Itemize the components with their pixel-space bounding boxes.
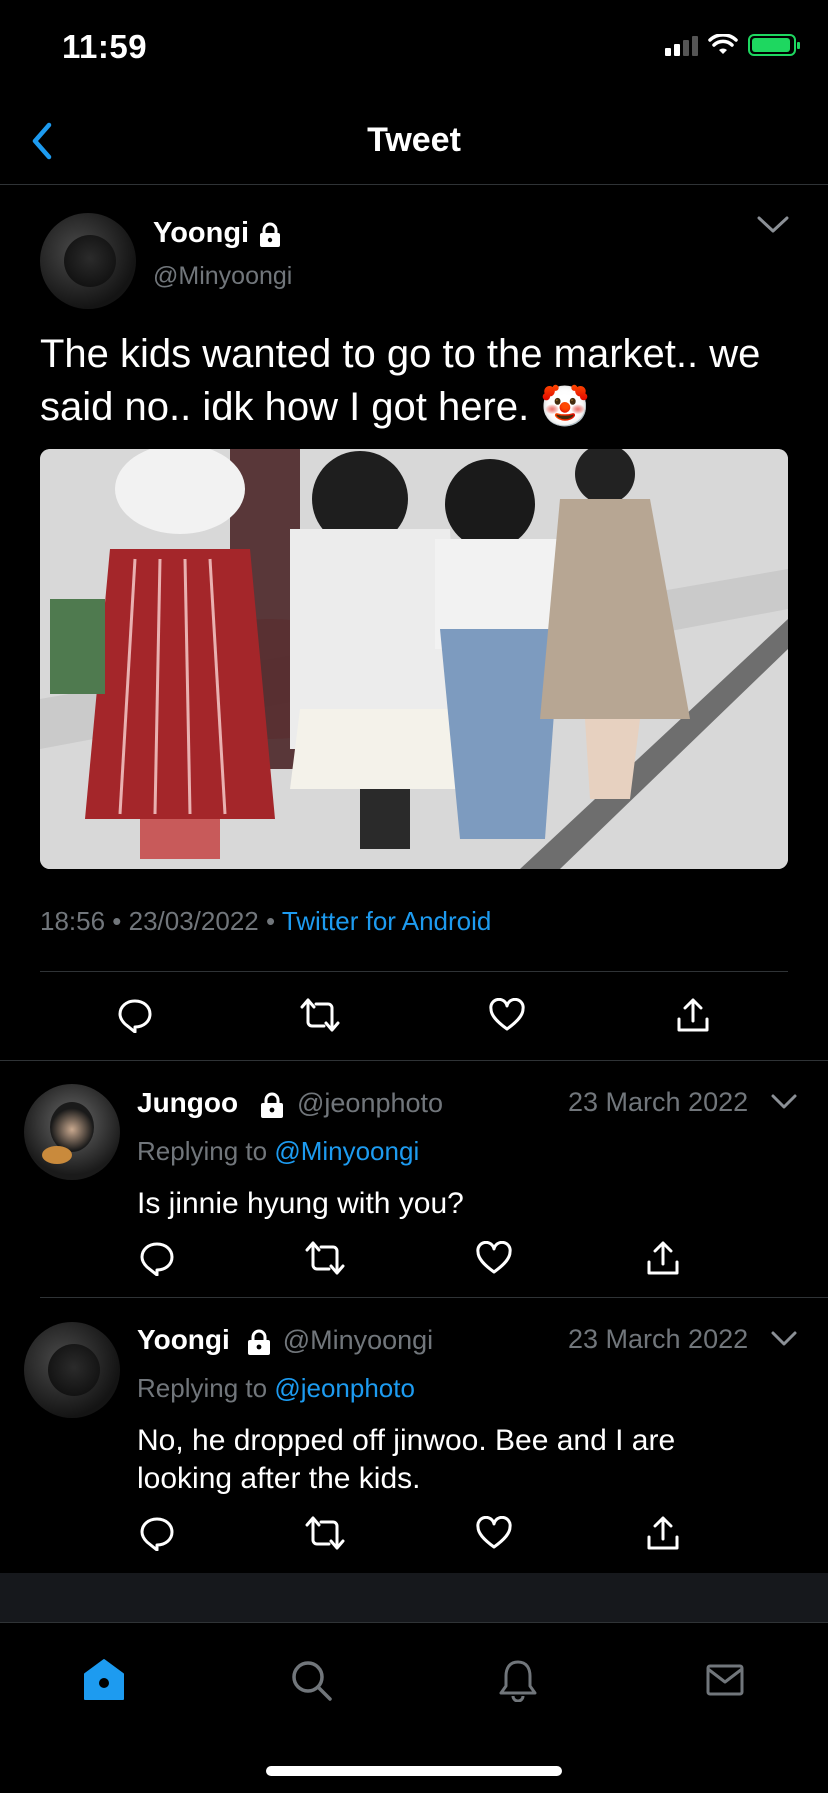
reply-divider [40, 1297, 828, 1298]
replying-to-link[interactable]: @jeonphoto [274, 1373, 415, 1403]
like-button[interactable] [482, 990, 532, 1040]
tab-search[interactable] [281, 1650, 341, 1710]
tab-messages[interactable] [695, 1650, 755, 1710]
reply-2-replying-to: Replying to @jeonphoto [137, 1373, 415, 1404]
tab-home[interactable] [74, 1650, 134, 1710]
meta-divider [40, 971, 788, 972]
replying-label: Replying to [137, 1136, 275, 1166]
chevron-down-icon [757, 216, 789, 233]
chevron-down-icon [771, 1094, 797, 1109]
tweet-meta: 18:56 • 23/03/2022 • Twitter for Android [40, 906, 491, 937]
retweet-button[interactable] [295, 990, 345, 1040]
reply-2-options-button[interactable] [770, 1329, 798, 1354]
reply-1-avatar[interactable] [24, 1084, 120, 1180]
reply-2-author-row[interactable]: Yoongi @Minyoongi [137, 1324, 433, 1357]
share-icon [677, 998, 709, 1032]
tweet-photo[interactable] [40, 449, 788, 869]
reply-1-text: Is jinnie hyung with you? [137, 1187, 464, 1220]
main-tweet-bottom-divider [0, 1060, 828, 1061]
cellular-signal-icon [665, 34, 698, 56]
reply-2-author-handle: @Minyoongi [282, 1325, 434, 1355]
tweet-timestamp: 18:56 • 23/03/2022 • [40, 906, 282, 936]
messages-icon [706, 1664, 744, 1696]
wifi-icon [708, 34, 738, 54]
reply-2-share-button[interactable] [638, 1508, 688, 1558]
replying-label: Replying to [137, 1373, 275, 1403]
reply-1-date: 23 March 2022 [568, 1087, 749, 1117]
reply-2-text: No, he dropped off jinwoo. Bee and I are… [137, 1424, 676, 1495]
reply-2-author-name: Yoongi [137, 1324, 230, 1355]
lock-icon [259, 222, 280, 247]
reply-icon [118, 999, 152, 1033]
share-icon [647, 1516, 679, 1550]
reply-2-date: 23 March 2022 [568, 1324, 749, 1354]
reply-1-reply-button[interactable] [132, 1233, 182, 1283]
reply-1-replying-to: Replying to @Minyoongi [137, 1136, 419, 1167]
photo-content [40, 449, 788, 869]
header-divider [0, 184, 828, 185]
status-time: 11:59 [62, 28, 148, 65]
tab-notifications[interactable] [488, 1650, 548, 1710]
reply-2-reply-button[interactable] [132, 1508, 182, 1558]
author-name: Yoongi [153, 217, 250, 249]
home-indicator[interactable] [266, 1766, 562, 1776]
tweet-source-link[interactable]: Twitter for Android [282, 906, 492, 936]
retweet-icon [305, 1516, 345, 1550]
status-icons [665, 34, 800, 56]
tweet-options-button[interactable] [756, 214, 790, 241]
reply-1-options-button[interactable] [770, 1092, 798, 1117]
search-icon [292, 1661, 332, 1701]
reply-2-like-button[interactable] [469, 1508, 519, 1558]
retweet-icon [300, 998, 340, 1032]
reply-icon [140, 1517, 174, 1551]
retweet-icon [305, 1241, 345, 1275]
reply-1-author-handle: @jeonphoto [297, 1088, 444, 1118]
share-icon [647, 1241, 679, 1275]
reply-2-avatar[interactable] [24, 1322, 120, 1418]
reply-1-share-button[interactable] [638, 1233, 688, 1283]
chevron-down-icon [771, 1331, 797, 1346]
page-title: Tweet [367, 121, 461, 159]
like-icon [476, 1516, 512, 1549]
thread-end-spacer [0, 1573, 828, 1623]
author-name-row[interactable]: Yoongi [153, 217, 282, 250]
reply-button[interactable] [110, 990, 160, 1040]
battery-icon [748, 34, 800, 56]
replying-to-link[interactable]: @Minyoongi [274, 1136, 419, 1166]
author-handle: @Minyoongi [153, 262, 293, 290]
tweet-text: The kids wanted to go to the market.. we… [40, 332, 761, 429]
share-button[interactable] [668, 990, 718, 1040]
reply-1-retweet-button[interactable] [300, 1233, 350, 1283]
reply-icon [140, 1242, 174, 1276]
reply-1-author-name: Jungoo [137, 1087, 239, 1118]
lock-icon [248, 1329, 271, 1355]
author-avatar[interactable] [40, 213, 136, 309]
lock-icon [260, 1092, 283, 1118]
home-icon [84, 1659, 124, 1700]
reply-1-like-button[interactable] [469, 1233, 519, 1283]
reply-1-author-row[interactable]: Jungoo @jeonphoto [137, 1087, 443, 1120]
reply-2-retweet-button[interactable] [300, 1508, 350, 1558]
like-icon [476, 1241, 512, 1274]
notifications-icon [499, 1660, 537, 1702]
like-icon [489, 998, 525, 1031]
